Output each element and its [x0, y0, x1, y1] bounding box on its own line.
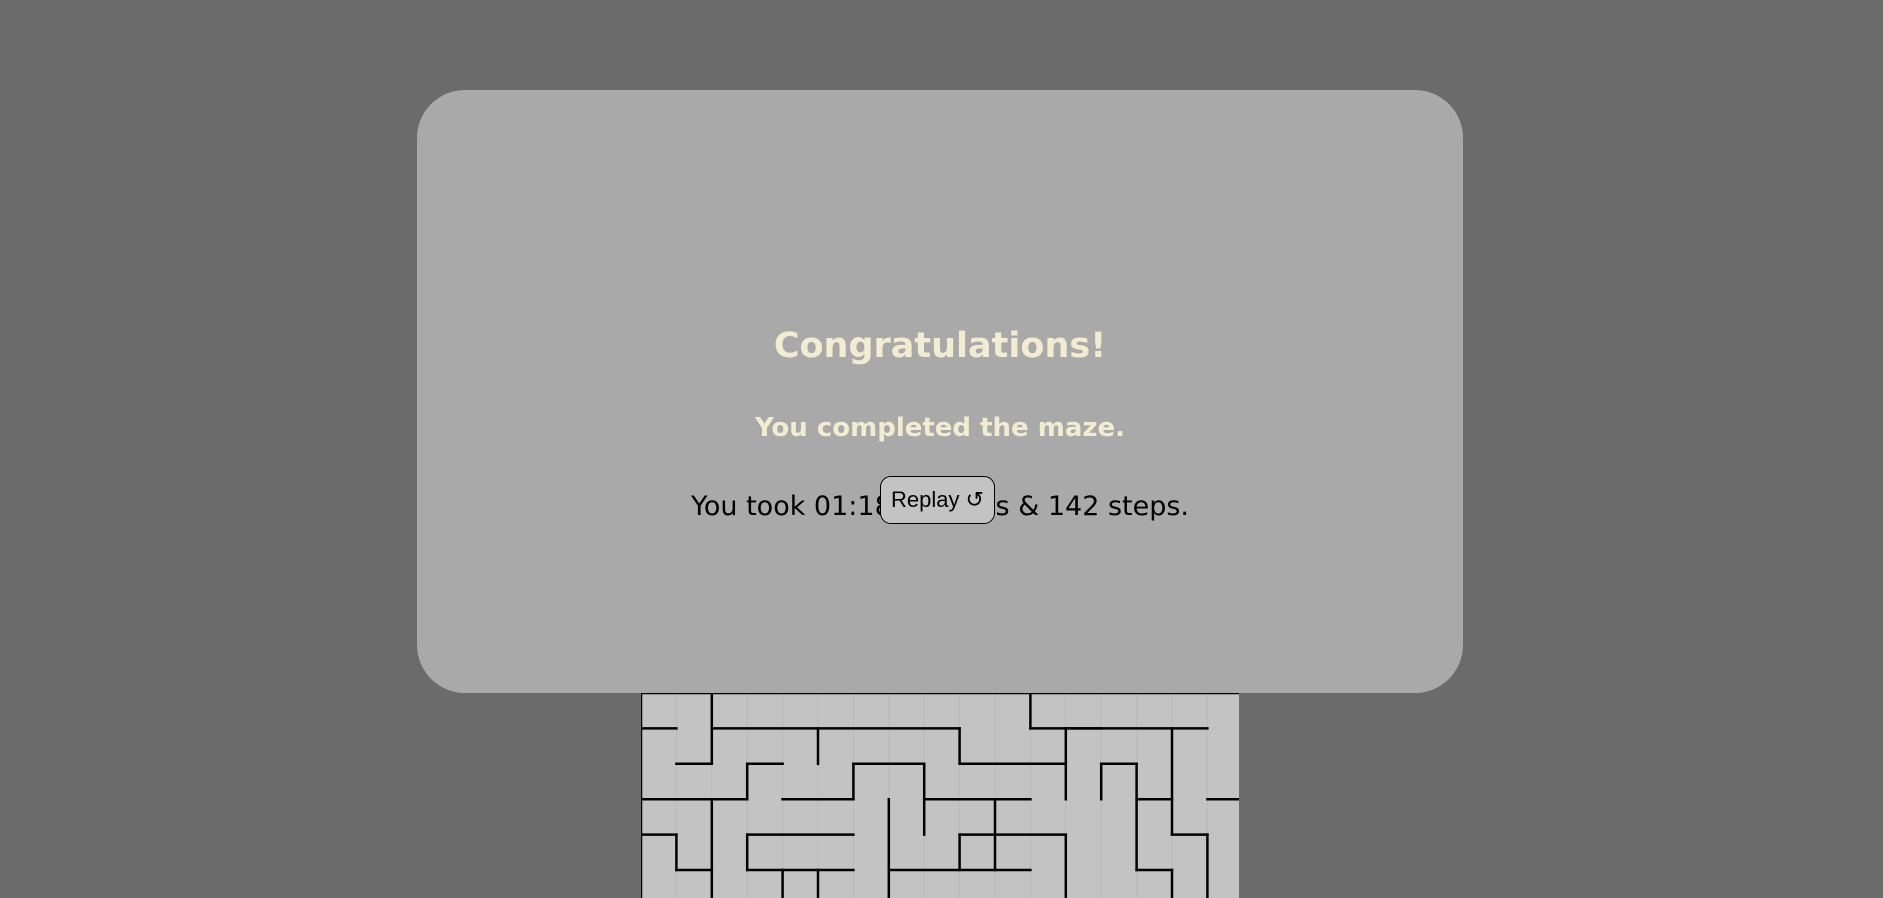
replay-button[interactable]: Replay ↺: [880, 476, 995, 524]
maze-walls: [641, 693, 1239, 898]
replay-label: Replay: [891, 487, 960, 512]
game-stage: Congratulations! You completed the maze.…: [0, 0, 1883, 898]
replay-icon: ↺: [965, 487, 984, 512]
maze-board: [641, 693, 1239, 898]
completion-dialog: Congratulations! You completed the maze.…: [417, 90, 1463, 693]
dialog-subtitle: You completed the maze.: [754, 413, 1126, 443]
dialog-title: Congratulations!: [773, 326, 1107, 366]
